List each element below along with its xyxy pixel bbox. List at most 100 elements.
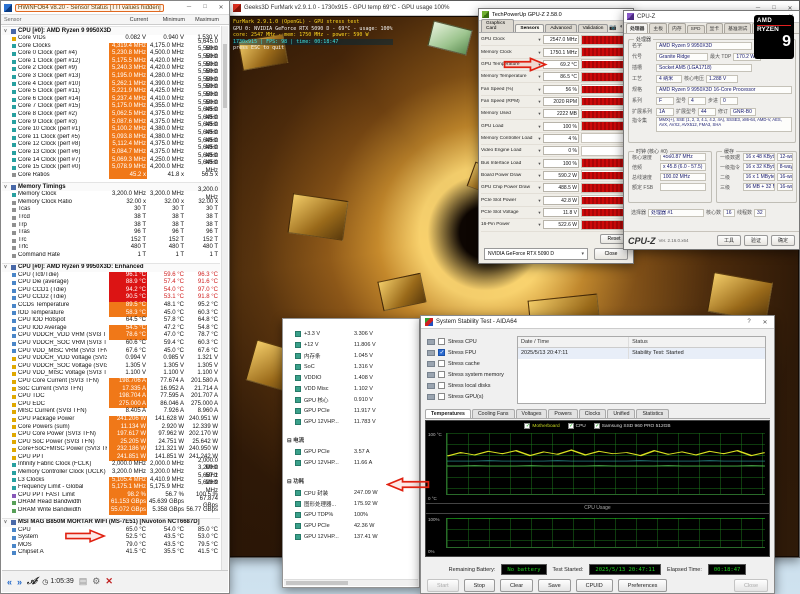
sensor-row[interactable]: Memory Clock 3,200.0 MHz 3,200.0 MHz 3,2… bbox=[2, 191, 220, 199]
column-sensor[interactable]: Sensor bbox=[1, 17, 108, 23]
camera-icon[interactable]: 📷 bbox=[609, 24, 616, 31]
previous-icon[interactable]: « bbox=[7, 577, 12, 587]
chevron-down-icon[interactable]: ▼ bbox=[536, 222, 543, 227]
report-icon[interactable]: ▤ bbox=[79, 576, 88, 587]
sensor-row[interactable]: Core+SoC+MISC Power (SVI3 TFN) 232.186 W… bbox=[2, 446, 220, 454]
legend-checkbox[interactable] bbox=[568, 423, 574, 429]
chevron-down-icon[interactable]: ▼ bbox=[536, 87, 543, 92]
sensor-row[interactable]: MISC Current (SVI3 TFN) 8.405 A 7.926 A … bbox=[2, 408, 220, 416]
stability-button[interactable]: Start bbox=[427, 579, 459, 592]
column-maximum[interactable]: Maximum bbox=[185, 17, 221, 23]
sensor-section-header[interactable]: ∨ CPU [#0]: AMD Ryzen 9 9950X3D: Enhance… bbox=[2, 263, 220, 272]
stability-button[interactable]: Stop bbox=[464, 579, 495, 592]
sensor-item[interactable]: SoC 1.316 V bbox=[283, 361, 419, 372]
chevron-down-icon[interactable]: ▼ bbox=[536, 161, 543, 166]
chevron-down-icon[interactable]: ▼ bbox=[536, 50, 543, 55]
checkbox[interactable] bbox=[438, 338, 445, 345]
sensor-section-header[interactable]: ∨ CPU [#0]: AMD Ryzen 9 9950X3D bbox=[2, 26, 220, 35]
sensor-row[interactable]: IOD Temperature 58.3 °C 45.0 °C 60.3 °C bbox=[2, 310, 220, 318]
sensor-row[interactable]: CPU EDC 275.000 A 86.046 A 275.000 A bbox=[2, 401, 220, 409]
horizontal-scrollbar[interactable] bbox=[284, 579, 418, 586]
cpuz-tab[interactable]: SPD bbox=[687, 25, 705, 33]
stability-titlebar[interactable]: System Stability Test - AIDA64 ? ✕ bbox=[421, 316, 774, 329]
sensor-row[interactable]: CPU VDDCR_SOC Voltage (SVI3 TFN) 1.305 V… bbox=[2, 363, 220, 371]
chevron-down-icon[interactable]: ▼ bbox=[536, 185, 543, 190]
sensor-row[interactable]: SoC Current (SVI3 TFN) 17.335 A 16.952 A… bbox=[2, 386, 220, 394]
gpuz-sensor-row[interactable]: PCIe Slot Power ▼ 42.8 W bbox=[481, 194, 631, 206]
gpuz-sensor-row[interactable]: Fan Speed (%) ▼ 56 % bbox=[481, 83, 631, 95]
sensor-row[interactable]: Tcas 30 T 30 T 30 T bbox=[2, 206, 220, 214]
column-date-time[interactable]: Date / Time bbox=[518, 337, 629, 347]
gpuz-tab[interactable]: Sensors bbox=[515, 24, 544, 32]
tools-button[interactable]: 工具 bbox=[717, 235, 741, 246]
column-status[interactable]: Status bbox=[629, 337, 765, 347]
sensor-row[interactable]: CPU CCD1 (Tdie) 94.2 °C 54.0 °C 97.0 °C bbox=[2, 287, 220, 295]
sensor-row[interactable]: CPU IOD Average 54.5 °C 47.2 °C 54.8 °C bbox=[2, 325, 220, 333]
gpuz-sensor-row[interactable]: Memory Controller Load ▼ 4 % bbox=[481, 133, 631, 145]
sensor-row[interactable]: Core Powers (sum) 11.134 W 2.920 W 12.33… bbox=[2, 424, 220, 432]
legend-item[interactable]: Motherboard bbox=[524, 423, 559, 429]
cpuz-tab[interactable]: 处理器 bbox=[626, 23, 648, 33]
gpuz-sensor-row[interactable]: GPU Clock ▼ 2547.0 MHz bbox=[481, 34, 631, 46]
sensor-item[interactable]: GPU PCIe 11.917 V bbox=[283, 405, 419, 416]
sensor-row[interactable]: Chipset A 41.5 °C 35.5 °C 41.5 °C bbox=[2, 549, 220, 557]
help-icon[interactable]: ? bbox=[744, 319, 754, 326]
minimize-icon[interactable]: ─ bbox=[184, 4, 194, 11]
sensor-item[interactable]: VDDIO 1.408 V bbox=[283, 372, 419, 383]
next-icon[interactable]: » bbox=[17, 577, 22, 587]
gpuz-sensor-row[interactable]: GPU Chip Power Draw ▼ 488.5 W bbox=[481, 182, 631, 194]
stress-checkbox-row[interactable]: Stress CPU bbox=[427, 336, 504, 347]
stress-checkbox-row[interactable]: Stress local disks bbox=[427, 380, 504, 391]
gpuz-sensor-row[interactable]: Video Engine Load ▼ 0 % bbox=[481, 145, 631, 157]
sensor-row[interactable]: CPU (Tctl/Tdie) 96.1 °C 59.6 °C 96.3 °C bbox=[2, 272, 220, 280]
sensor-row[interactable]: DRAM Read Bandwidth 61.153 GBps 45.639 G… bbox=[2, 499, 220, 507]
collapse-icon[interactable]: ∨ bbox=[2, 183, 9, 192]
settings-gear-icon[interactable]: ⚙ bbox=[92, 576, 100, 587]
sensor-row[interactable]: CPU Core Power (SVI3 TFN) 197.617 W 97.9… bbox=[2, 431, 220, 439]
sensor-item[interactable]: 图形处理器... 175.92 W bbox=[283, 498, 419, 509]
sensor-row[interactable]: CPU Package Power 241.206 W 141.628 W 24… bbox=[2, 416, 220, 424]
sensor-row[interactable]: CPU IOD Hotspot 64.5 °C 57.8 °C 64.8 °C bbox=[2, 317, 220, 325]
chevron-down-icon[interactable]: ▼ bbox=[536, 198, 543, 203]
checkbox[interactable] bbox=[438, 349, 445, 356]
chevron-down-icon[interactable]: ▼ bbox=[536, 173, 543, 178]
column-minimum[interactable]: Minimum bbox=[148, 17, 185, 23]
stability-button[interactable]: Clear bbox=[500, 579, 533, 592]
sensor-item[interactable]: GPU TDP% 100% bbox=[283, 509, 419, 520]
sensor-item[interactable]: GPU 12VHP... 11.783 V bbox=[283, 416, 419, 427]
sensor-row[interactable]: CCDs Temperature 89.5 °C 48.1 °C 95.2 °C bbox=[2, 302, 220, 310]
gpuz-tab[interactable]: Graphics Card bbox=[481, 19, 514, 32]
stability-tab[interactable]: Statistics bbox=[636, 409, 669, 418]
sensor-row[interactable]: CPU TDC 198.704 A 77.595 A 201.707 A bbox=[2, 393, 220, 401]
stability-tab[interactable]: Clocks bbox=[579, 409, 607, 418]
sensor-row[interactable]: Core Ratios 45.2 x 41.8 x 56.5 x bbox=[2, 172, 220, 180]
close-icon[interactable]: ✕ bbox=[760, 319, 770, 326]
sensor-row[interactable]: CPU Die (average) 88.9 °C 57.4 °C 91.6 °… bbox=[2, 279, 220, 287]
sensor-item[interactable]: GPU PCIe 3.57 A bbox=[283, 446, 419, 457]
sensor-row[interactable]: CPU VDD_MISC VRM (SVI3 TFN) 67.6 °C 45.0… bbox=[2, 348, 220, 356]
checkbox[interactable] bbox=[438, 360, 445, 367]
sensor-item[interactable]: GPU 12VHP... 137.41 W bbox=[283, 531, 419, 542]
sensor-row[interactable]: Command Rate 1 T 1 T 1 T bbox=[2, 252, 220, 260]
sensor-item[interactable]: 内存条 1.045 V bbox=[283, 350, 419, 361]
legend-checkbox[interactable] bbox=[524, 423, 530, 429]
legend-item[interactable]: CPU bbox=[568, 423, 586, 429]
checkbox[interactable] bbox=[438, 371, 445, 378]
collapse-icon[interactable]: ∨ bbox=[2, 518, 9, 527]
gpu-select-dropdown[interactable]: NVIDIA GeForce RTX 5090 D ▾ bbox=[484, 248, 588, 260]
gpuz-sensor-row[interactable]: Bus Interface Load ▼ 100 % bbox=[481, 157, 631, 169]
stability-tab[interactable]: Voltages bbox=[516, 409, 548, 418]
sensor-row[interactable]: Memory Clock Ratio 32.00 x 32.00 x 32.00… bbox=[2, 199, 220, 207]
stress-checkbox-row[interactable]: Stress FPU bbox=[427, 347, 504, 358]
cpuz-tab[interactable]: 内存 bbox=[668, 23, 686, 33]
chevron-down-icon[interactable]: ▼ bbox=[536, 148, 543, 153]
chevron-down-icon[interactable]: ▼ bbox=[536, 210, 543, 215]
column-current[interactable]: Current bbox=[108, 17, 148, 23]
cpuz-tab[interactable]: 主板 bbox=[649, 23, 667, 33]
gpuz-sensor-row[interactable]: GPU Load ▼ 100 % bbox=[481, 120, 631, 132]
sensor-section-header[interactable]: ∨ MSI MAG B850M MORTAR WIFI (MS-7E51) [N… bbox=[2, 518, 220, 527]
sensor-group-header[interactable]: ⊟ 电流 bbox=[283, 436, 419, 446]
sensor-row[interactable]: CPU VDDCR_VDD VRM (SVI3 TFN) 78.6 °C 47.… bbox=[2, 332, 220, 340]
sensor-item[interactable]: VDD Misc 1.102 V bbox=[283, 383, 419, 394]
sensor-row[interactable]: CPU CCD2 (Tdie) 90.5 °C 53.1 °C 91.8 °C bbox=[2, 294, 220, 302]
